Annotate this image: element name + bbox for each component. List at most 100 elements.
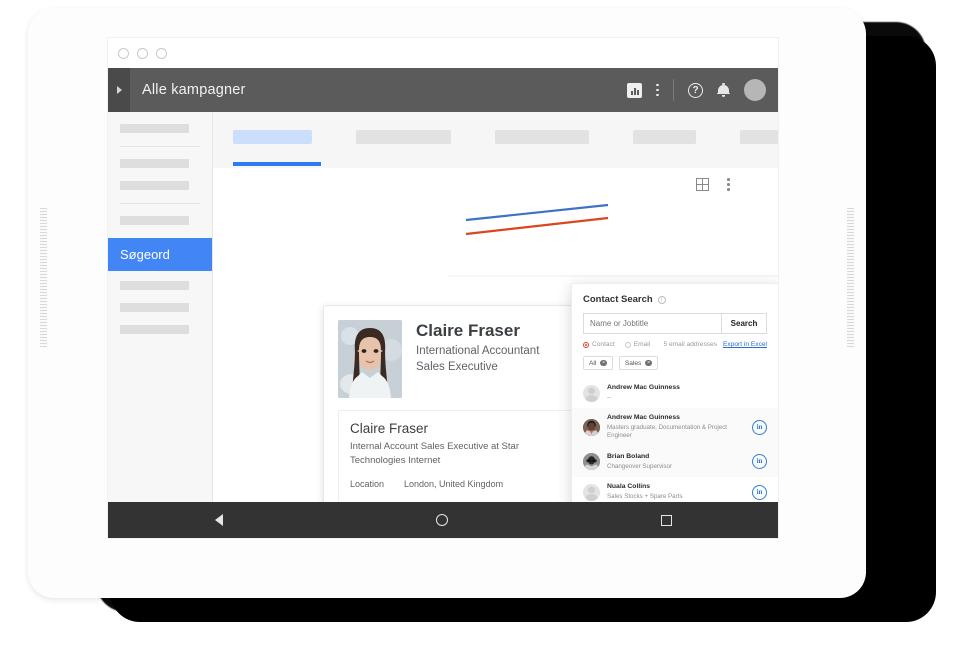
tablet-screen: Alle kampagner ? Søgeord Claire Fraser I… xyxy=(108,38,778,538)
sidebar-divider xyxy=(120,146,200,147)
linkedin-icon[interactable]: in xyxy=(752,454,767,470)
window-controls xyxy=(118,48,167,59)
profile-header: Claire Fraser International Accountant S… xyxy=(338,320,583,398)
tab-0[interactable] xyxy=(233,130,313,144)
profile-identity: Claire Fraser International Accountant S… xyxy=(416,320,539,398)
contact-text: Nuala Collins Sales Stocks + Spare Parts xyxy=(607,483,745,501)
avatar-placeholder xyxy=(583,384,600,402)
sidebar-placeholder-item[interactable] xyxy=(120,124,189,133)
close-dot-icon[interactable] xyxy=(118,48,129,59)
radio-email-label: Email xyxy=(633,341,651,348)
list-item[interactable]: Nuala Collins Sales Stocks + Spare Parts… xyxy=(572,477,778,502)
chip-label: Sales xyxy=(624,359,642,367)
contact-search-field-group: Search xyxy=(583,313,767,334)
recents-button-icon[interactable] xyxy=(660,514,672,526)
sidebar-placeholder-item[interactable] xyxy=(120,303,189,312)
portrait-illustration xyxy=(338,320,402,398)
detail-value: Internal Account Sales Executive at Star… xyxy=(404,500,571,502)
sidebar-placeholder-item[interactable] xyxy=(120,325,189,334)
contact-search-title: Contact Search xyxy=(583,294,653,305)
list-item[interactable]: Andrew Mac Guinness -- xyxy=(572,378,778,408)
list-item[interactable]: Andrew Mac Guinness Masters graduate, Do… xyxy=(572,408,778,447)
notifications-icon[interactable] xyxy=(717,82,730,98)
sidebar-divider xyxy=(120,203,200,204)
filter-chip-sales[interactable]: Sales × xyxy=(618,356,658,370)
search-input[interactable] xyxy=(584,314,721,333)
app-body: Søgeord Claire Fraser International Acco… xyxy=(108,112,778,502)
content-sheet: Claire Fraser International Accountant S… xyxy=(213,168,778,502)
filter-chip-all[interactable]: All × xyxy=(583,356,613,370)
info-icon[interactable]: i xyxy=(657,295,666,304)
chart-icon[interactable] xyxy=(627,82,643,98)
tab-bar xyxy=(213,112,778,144)
contact-search-meta: 5 email addresses Export in Excel xyxy=(664,341,768,348)
android-nav-bar xyxy=(108,502,778,538)
detail-row-previous: Previous Internal Account Sales Executiv… xyxy=(350,500,571,502)
contact-search-header: Contact Search i xyxy=(572,284,778,305)
contact-name: Andrew Mac Guinness xyxy=(607,414,680,422)
export-in-excel-link[interactable]: Export in Excel xyxy=(723,341,767,348)
chip-label: All xyxy=(589,359,597,367)
radio-contact[interactable]: Contact xyxy=(583,341,615,348)
avatar[interactable] xyxy=(744,79,766,101)
app-bar-actions: ? xyxy=(627,68,766,112)
sidebar-placeholder-item[interactable] xyxy=(120,159,189,168)
help-icon[interactable]: ? xyxy=(688,82,703,98)
contact-description: Changeover Supervisor xyxy=(607,462,673,470)
list-item[interactable]: Brian Boland Changeover Supervisor in xyxy=(572,446,778,477)
detail-key: Previous xyxy=(350,500,404,502)
minimize-dot-icon[interactable] xyxy=(137,48,148,59)
sidebar-expand-toggle[interactable] xyxy=(108,68,130,112)
linkedin-icon[interactable]: in xyxy=(752,484,767,500)
contact-text: Andrew Mac Guinness Masters graduate, Do… xyxy=(607,414,745,441)
profile-photo xyxy=(338,320,402,398)
app-top-bar: Alle kampagner ? xyxy=(108,68,778,112)
maximize-dot-icon[interactable] xyxy=(156,48,167,59)
search-button[interactable]: Search xyxy=(721,314,766,333)
kebab-menu-icon[interactable] xyxy=(656,83,659,97)
close-icon[interactable]: × xyxy=(645,359,652,367)
contact-results-list: Andrew Mac Guinness -- Andrew Mac Guinne… xyxy=(572,378,778,502)
avatar-photo xyxy=(583,418,600,436)
sidebar-placeholder-item[interactable] xyxy=(120,181,189,190)
close-icon[interactable]: × xyxy=(600,359,607,367)
sidebar-item-sogeord[interactable]: Søgeord xyxy=(108,238,212,271)
detail-row-location: Location London, United Kingdom xyxy=(350,478,571,491)
contact-description: Masters graduate, Documentation & Projec… xyxy=(607,424,728,440)
back-button-icon[interactable] xyxy=(214,514,223,526)
email-count-label: 5 email addresses xyxy=(663,341,718,348)
sidebar-nav: Søgeord xyxy=(108,112,213,502)
active-tab-indicator xyxy=(233,162,321,166)
main-content: Claire Fraser International Accountant S… xyxy=(213,112,778,502)
profile-headline-2: Sales Executive xyxy=(416,360,498,373)
sidebar-placeholder-item[interactable] xyxy=(120,281,189,290)
contact-text: Brian Boland Changeover Supervisor xyxy=(607,453,745,471)
contact-name: Andrew Mac Guinness xyxy=(607,384,680,391)
tab-3[interactable] xyxy=(633,130,697,144)
chevron-right-icon xyxy=(116,86,122,94)
filter-chips: All × Sales × xyxy=(583,356,767,370)
radio-icon-selected xyxy=(583,341,589,348)
detail-title: Internal Account Sales Executive at Star… xyxy=(350,441,519,467)
sidebar-placeholder-item[interactable] xyxy=(120,216,189,225)
radio-icon xyxy=(624,341,631,348)
detail-name: Claire Fraser xyxy=(350,421,429,436)
tab-2[interactable] xyxy=(494,130,590,144)
radio-contact-label: Contact xyxy=(592,341,615,348)
avatar-placeholder xyxy=(583,483,600,501)
contact-search-panel: Contact Search i Search Contact xyxy=(571,283,778,502)
home-button-icon[interactable] xyxy=(435,514,448,526)
profile-headline-1: International Accountant xyxy=(416,345,540,358)
linkedin-icon[interactable]: in xyxy=(752,419,767,435)
speaker-grille-left xyxy=(40,208,47,348)
speaker-grille-right xyxy=(847,208,854,348)
toolbar-divider xyxy=(673,79,674,101)
tab-4[interactable] xyxy=(740,130,778,144)
profile-name: Claire Fraser xyxy=(416,321,520,340)
tab-1[interactable] xyxy=(356,130,451,144)
browser-chrome-bar xyxy=(108,38,778,68)
detail-key: Location xyxy=(350,478,385,489)
contact-name: Nuala Collins xyxy=(607,482,651,490)
radio-email[interactable]: Email xyxy=(624,341,651,348)
avatar xyxy=(583,418,600,436)
